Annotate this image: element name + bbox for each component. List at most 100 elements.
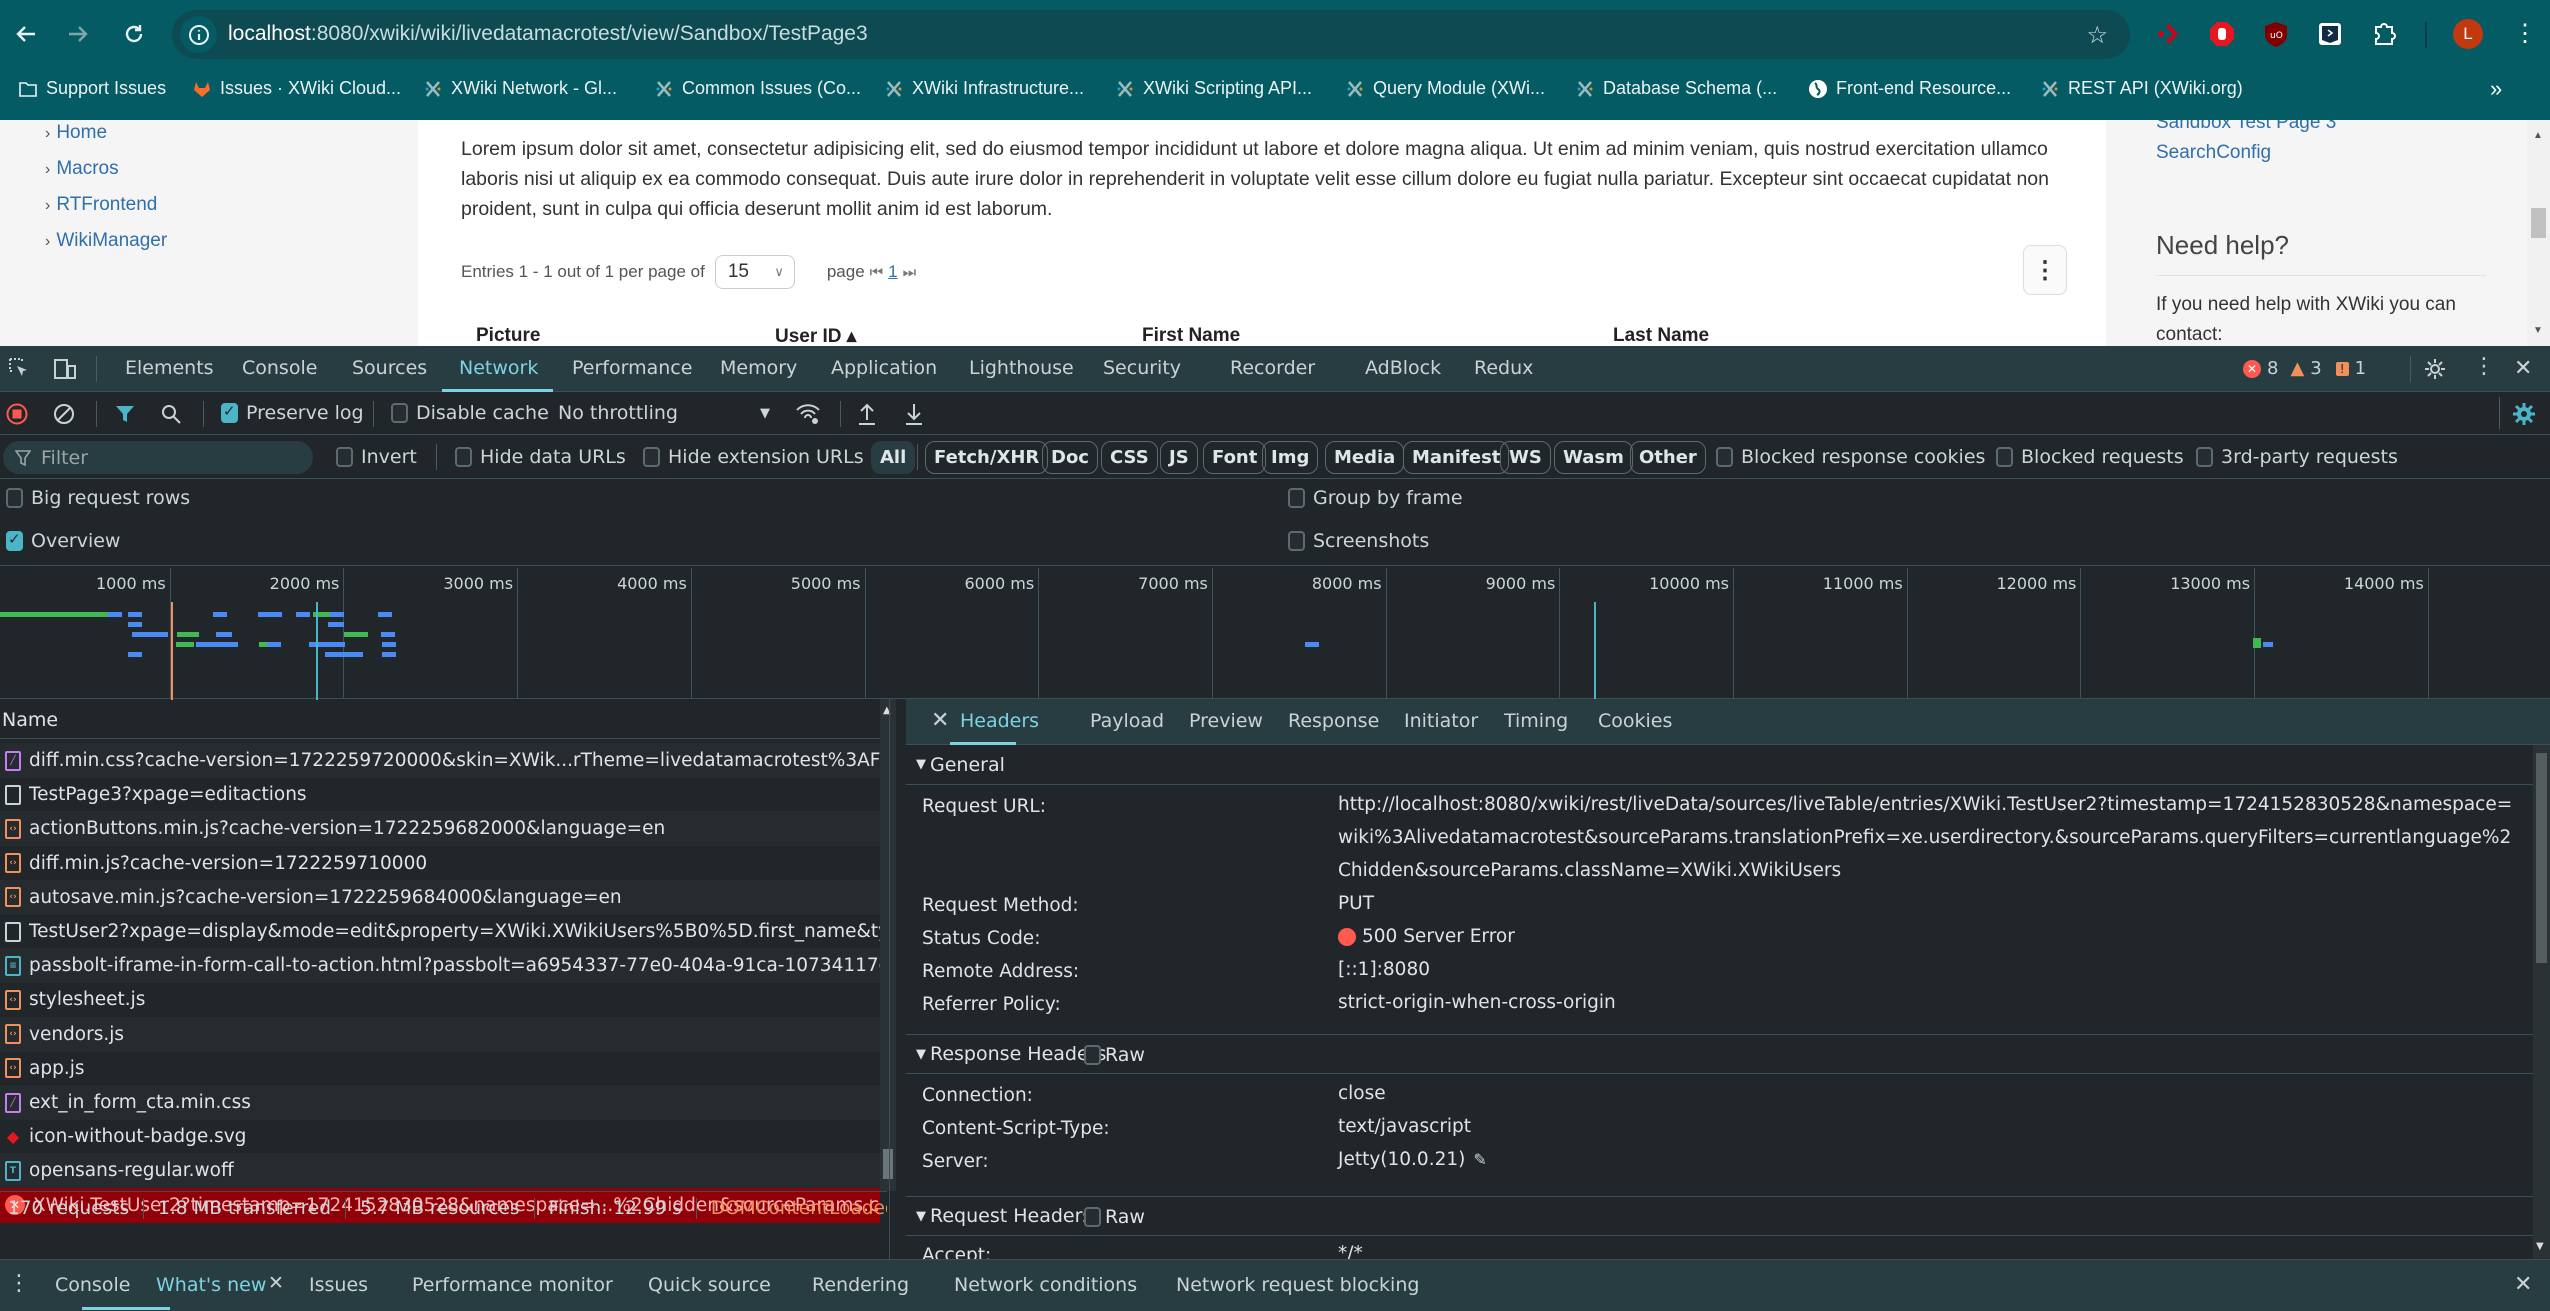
last-page-icon[interactable]: ⏭ xyxy=(903,264,917,281)
drawer-menu-icon[interactable]: ⋮ xyxy=(8,1271,30,1296)
checkbox[interactable] xyxy=(1288,531,1305,551)
per-page-select[interactable]: 15 ∨ xyxy=(714,255,795,289)
deepl-icon[interactable] xyxy=(2316,20,2344,48)
devtools-tab-console[interactable]: Console xyxy=(242,357,317,379)
response-headers-section-header[interactable]: ▼ Response Headers Raw xyxy=(906,1034,2533,1074)
checkbox[interactable] xyxy=(643,447,660,467)
console-counts[interactable]: ✕ 8 ▲ 3 ! 1 xyxy=(2243,358,2366,379)
bookmark-item[interactable]: Issues · XWiki Cloud... xyxy=(192,78,401,99)
url-text[interactable]: localhost:8080/xwiki/wiki/livedatamacrot… xyxy=(228,22,868,46)
type-filter-font[interactable]: Font xyxy=(1203,441,1267,474)
bookmark-item[interactable]: REST API (XWiki.org) xyxy=(2040,78,2243,99)
page-number-link[interactable]: 1 xyxy=(888,262,897,282)
drawer-tab-issues[interactable]: Issues xyxy=(309,1274,368,1296)
disable-cache-checkbox[interactable]: Disable cache xyxy=(391,402,549,424)
type-filter-doc[interactable]: Doc xyxy=(1042,441,1098,474)
close-devtools-icon[interactable]: ✕ xyxy=(2514,356,2532,381)
devtools-tab-adblock[interactable]: AdBlock xyxy=(1365,357,1441,379)
checkbox[interactable] xyxy=(455,447,472,467)
type-filter-all[interactable]: All xyxy=(871,441,916,474)
detail-tab-timing[interactable]: Timing xyxy=(1504,710,1568,732)
panel-divider[interactable] xyxy=(889,699,890,1259)
request-list-scrollbar[interactable]: ▲ xyxy=(880,699,896,1191)
general-section-header[interactable]: ▼ General xyxy=(906,745,2533,785)
checkbox[interactable] xyxy=(6,488,23,508)
devtools-tab-application[interactable]: Application xyxy=(831,357,937,379)
type-filter-fetch-xhr[interactable]: Fetch/XHR xyxy=(925,441,1049,474)
forward-button[interactable] xyxy=(62,18,94,50)
detail-tab-initiator[interactable]: Initiator xyxy=(1404,710,1478,732)
request-row[interactable]: ◆ icon-without-badge.svg xyxy=(0,1119,880,1154)
filter-input[interactable]: Filter xyxy=(3,441,313,474)
devtools-menu-icon[interactable]: ⋮ xyxy=(2473,354,2495,379)
request-row[interactable]: ≡ passbolt-iframe-in-form-call-to-action.… xyxy=(0,948,880,984)
bookmark-item[interactable]: Front-end Resource... xyxy=(1808,78,2011,99)
type-filter-other[interactable]: Other xyxy=(1630,441,1706,474)
column-header-last-name[interactable]: Last Name xyxy=(1613,325,1709,346)
hide-extension-urls-checkbox[interactable]: Hide extension URLs xyxy=(643,446,864,468)
request-row[interactable]: TestUser2?xpage=display&mode=edit&proper… xyxy=(0,914,880,949)
detail-tab-preview[interactable]: Preview xyxy=(1189,710,1263,732)
bookmark-item[interactable]: Common Issues (Co... xyxy=(654,78,861,99)
response-raw-checkbox[interactable]: Raw xyxy=(1084,1044,1145,1066)
checkbox[interactable] xyxy=(1716,447,1733,467)
page-scrollbar[interactable]: ▲ ▼ xyxy=(2527,120,2550,346)
devtools-tab-network[interactable]: Network xyxy=(459,357,538,379)
panel-link-searchconfig[interactable]: SearchConfig xyxy=(2156,142,2271,164)
ublock-origin-icon[interactable]: uO xyxy=(2262,20,2290,48)
request-row[interactable]: ‹› app.js xyxy=(0,1051,880,1086)
detail-tab-payload[interactable]: Payload xyxy=(1090,710,1164,732)
devtools-tab-recorder[interactable]: Recorder xyxy=(1230,357,1315,379)
first-page-icon[interactable]: ⏮ xyxy=(870,264,884,281)
bookmark-item[interactable]: Database Schema (... xyxy=(1575,78,1777,99)
request-row[interactable]: ‹› actionButtons.min.js?cache-version=172… xyxy=(0,811,880,847)
detail-tab-cookies[interactable]: Cookies xyxy=(1598,710,1672,732)
column-header-picture[interactable]: Picture xyxy=(476,325,540,346)
settings-gear-icon[interactable] xyxy=(2423,357,2447,381)
passbolt-icon[interactable] xyxy=(2155,20,2183,48)
site-info-icon[interactable] xyxy=(180,16,217,53)
request-row[interactable]: ‹› vendors.js xyxy=(0,1016,880,1052)
livedata-more-actions-button[interactable]: ⋮ xyxy=(2023,245,2067,295)
invert-checkbox[interactable]: Invert xyxy=(336,446,417,468)
drawer-tab-console[interactable]: Console xyxy=(55,1274,130,1296)
device-toolbar-icon[interactable] xyxy=(52,357,78,381)
big-request-rows-checkbox[interactable]: Big request rows xyxy=(6,487,190,509)
devtools-tab-memory[interactable]: Memory xyxy=(720,357,797,379)
scroll-down-icon[interactable]: ▼ xyxy=(2533,325,2543,336)
devtools-tab-redux[interactable]: Redux xyxy=(1474,357,1533,379)
request-row[interactable]: ‹› stylesheet.js xyxy=(0,982,880,1017)
preserve-log-checkbox[interactable]: Preserve log xyxy=(221,402,364,424)
checkbox[interactable] xyxy=(6,530,23,551)
checkbox[interactable] xyxy=(391,403,408,423)
reload-button[interactable] xyxy=(118,18,150,50)
checkbox[interactable] xyxy=(336,447,353,467)
drawer-tab-rendering[interactable]: Rendering xyxy=(812,1274,909,1296)
request-row[interactable]: Topensans-regular.woff xyxy=(0,1153,880,1189)
scrollbar-thumb[interactable] xyxy=(2536,753,2547,963)
request-row[interactable]: ‹› diff.min.js?cache-version=172225971000… xyxy=(0,846,880,881)
bookmark-item[interactable]: XWiki Infrastructure... xyxy=(884,78,1084,99)
bookmarks-overflow-button[interactable]: » xyxy=(2490,76,2502,102)
detail-tab-response[interactable]: Response xyxy=(1288,710,1379,732)
adblock-icon[interactable] xyxy=(2208,20,2236,48)
drawer-tab-quick-source[interactable]: Quick source xyxy=(648,1274,771,1296)
network-overview-timeline[interactable]: 1000 ms 2000 ms 3000 ms 4000 ms 5000 ms 6000 … xyxy=(0,565,2550,700)
nav-link-home[interactable]: › Home xyxy=(45,122,107,144)
group-by-frame-checkbox[interactable]: Group by frame xyxy=(1288,487,1463,509)
blocked-requests-checkbox[interactable]: Blocked requests xyxy=(1996,446,2184,468)
checkbox[interactable] xyxy=(1084,1207,1101,1227)
drawer-tab-network-request-blocking[interactable]: Network request blocking xyxy=(1176,1274,1419,1296)
checkbox[interactable] xyxy=(1084,1045,1101,1065)
close-detail-icon[interactable]: ✕ xyxy=(931,708,949,733)
column-header-name[interactable]: Name xyxy=(0,699,887,739)
nav-link-macros[interactable]: › Macros xyxy=(45,158,119,180)
throttling-select[interactable]: No throttling ▼ xyxy=(558,402,770,424)
devtools-tab-sources[interactable]: Sources xyxy=(352,357,427,379)
request-row[interactable]: ╱ diff.min.css?cache-version=172225972000… xyxy=(0,743,880,778)
type-filter-wasm[interactable]: Wasm xyxy=(1554,441,1633,474)
checkbox[interactable] xyxy=(2196,447,2213,467)
close-tab-icon[interactable]: ✕ xyxy=(268,1272,284,1294)
drawer-tab-performance-monitor[interactable]: Performance monitor xyxy=(412,1274,613,1296)
nav-link-wikimanager[interactable]: › WikiManager xyxy=(45,230,167,252)
